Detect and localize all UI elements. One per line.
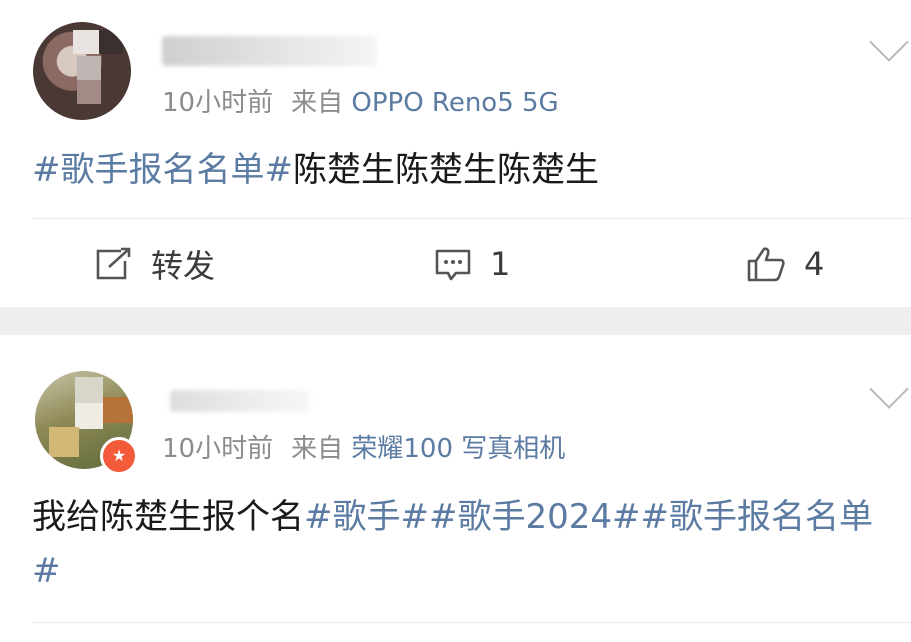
- mosaic-block: [103, 397, 133, 423]
- username-blurred[interactable]: [162, 36, 377, 66]
- post-time: 10小时前: [162, 88, 274, 118]
- like-button[interactable]: 4: [746, 242, 824, 286]
- like-count: 4: [804, 245, 825, 283]
- thumbs-up-icon: [747, 247, 785, 282]
- mosaic-block: [75, 403, 103, 429]
- post-content: 我给陈楚生报个名#歌手##歌手2024##歌手报名名单#: [32, 490, 891, 598]
- comment-icon: [435, 249, 471, 281]
- mosaic-block: [73, 30, 99, 54]
- mosaic-block: [77, 56, 101, 80]
- post-source[interactable]: 荣耀100 写真相机: [351, 434, 565, 464]
- post-meta: 10小时前 来自 OPPO Reno5 5G: [162, 82, 559, 119]
- chevron-down-icon[interactable]: [869, 22, 909, 62]
- post-meta: 10小时前 来自 荣耀100 写真相机: [162, 428, 565, 465]
- mosaic-block: [75, 377, 103, 403]
- post-card: 10小时前 来自 OPPO Reno5 5G #歌手报名名单#陈楚生陈楚生陈楚生 …: [0, 0, 911, 307]
- divider: [32, 218, 911, 219]
- divider: [32, 622, 911, 623]
- feed-separator: [0, 307, 911, 335]
- verified-badge-icon: ★: [100, 437, 138, 475]
- username-blurred[interactable]: [170, 390, 310, 412]
- hashtag[interactable]: #歌手报名名单#: [32, 150, 293, 190]
- comment-button[interactable]: 1: [434, 242, 510, 286]
- comment-count: 1: [490, 245, 511, 283]
- repost-icon: [96, 247, 131, 280]
- mosaic-block: [99, 30, 123, 54]
- mosaic-block: [77, 80, 101, 104]
- chevron-down-icon[interactable]: [869, 369, 909, 409]
- post-source[interactable]: OPPO Reno5 5G: [351, 88, 558, 118]
- from-label: 来自: [291, 88, 344, 118]
- post-text: 陈楚生陈楚生陈楚生: [292, 150, 599, 190]
- post-text: 我给陈楚生报个名: [32, 497, 304, 537]
- post-content: #歌手报名名单#陈楚生陈楚生陈楚生: [32, 143, 891, 197]
- avatar[interactable]: [33, 22, 131, 120]
- hashtag[interactable]: #歌手2024#: [429, 497, 641, 537]
- repost-button[interactable]: 转发: [95, 242, 215, 286]
- post-time: 10小时前: [162, 434, 274, 464]
- repost-label: 转发: [151, 247, 216, 285]
- from-label: 来自: [291, 434, 344, 464]
- hashtag[interactable]: #歌手#: [304, 497, 429, 537]
- mosaic-block: [49, 427, 79, 457]
- post-card: ★ 10小时前 来自 荣耀100 写真相机 我给陈楚生报个名#歌手##歌手2024…: [0, 335, 911, 642]
